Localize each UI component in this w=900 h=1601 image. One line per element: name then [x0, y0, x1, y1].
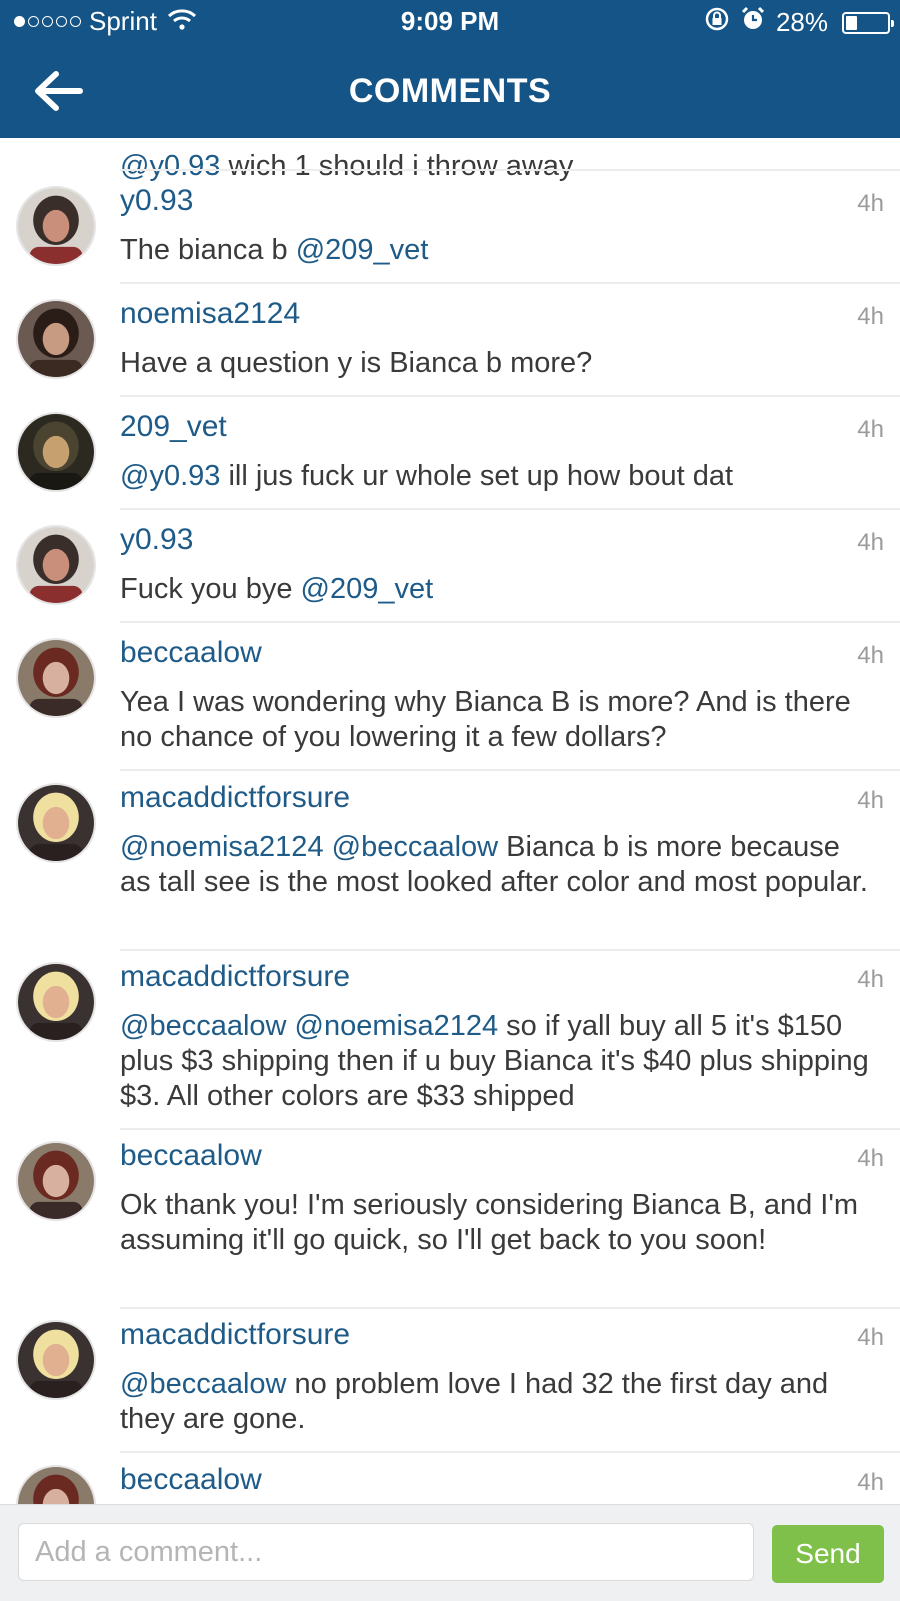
user-avatar[interactable] [16, 1141, 96, 1221]
comment-username[interactable]: beccaalow [120, 636, 262, 670]
comment-username[interactable]: macaddictforsure [120, 1318, 350, 1352]
comment-text: @y0.93 wich 1 should i throw away [120, 149, 876, 184]
comment-text-segment: The bianca b [120, 234, 296, 266]
user-avatar[interactable] [16, 299, 96, 379]
comment-timestamp: 4h [857, 303, 884, 330]
comment-username[interactable]: macaddictforsure [120, 960, 350, 994]
comment-username[interactable]: beccaalow [120, 1139, 262, 1173]
mention-link[interactable]: @209_vet [296, 234, 429, 266]
comment-timestamp: 4h [857, 190, 884, 217]
user-avatar[interactable] [16, 783, 96, 863]
mention-link[interactable]: @beccaalow [120, 1368, 286, 1400]
comment-text-segment: Ok thank you! I'm seriously considering … [120, 1189, 859, 1256]
user-avatar[interactable] [16, 638, 96, 718]
divider [120, 1128, 900, 1130]
mention-link[interactable]: @y0.93 [120, 150, 220, 182]
comment-text-segment: Fuck you bye [120, 573, 301, 605]
comment-username[interactable]: beccaalow [120, 1463, 262, 1497]
comment-username[interactable]: noemisa2124 [120, 297, 300, 331]
comment-text: The bianca b @209_vet [120, 233, 876, 268]
comment-input[interactable] [18, 1523, 754, 1581]
comment-text-segment: Yea I was wondering why Bianca B is more… [120, 686, 851, 753]
divider [120, 621, 900, 623]
comment-username[interactable]: y0.93 [120, 184, 193, 218]
comment-text-segment: Have a question y is Bianca b more? [120, 347, 593, 379]
user-avatar[interactable] [16, 412, 96, 492]
comment-text-segment [324, 831, 332, 863]
divider [120, 949, 900, 951]
send-button[interactable]: Send [772, 1525, 884, 1583]
rotation-lock-icon [704, 6, 730, 39]
comment-text-segment: wich 1 should i throw away [220, 150, 574, 182]
divider [120, 1307, 900, 1309]
comment-text: @beccaalow no problem love I had 32 the … [120, 1367, 876, 1437]
comment-username[interactable]: 209_vet [120, 410, 227, 444]
comment-timestamp: 4h [857, 1324, 884, 1351]
comment-timestamp: 4h [857, 642, 884, 669]
user-avatar[interactable] [16, 1465, 96, 1504]
mention-link[interactable]: @noemisa2124 [295, 1010, 499, 1042]
user-avatar[interactable] [16, 962, 96, 1042]
mention-link[interactable]: @y0.93 [120, 460, 220, 492]
comment-text: Ok thank you! I'm seriously considering … [120, 1188, 876, 1258]
battery-percent: 28% [775, 7, 828, 37]
comment-username[interactable]: macaddictforsure [120, 781, 350, 815]
comment-text: Fuck you bye @209_vet [120, 572, 876, 607]
comment-text: Have a question y is Bianca b more? [120, 346, 876, 381]
battery-icon [842, 11, 894, 34]
page-title: COMMENTS [348, 72, 552, 110]
mention-link[interactable]: @209_vet [301, 573, 434, 605]
comment-timestamp: 4h [857, 416, 884, 443]
comment-text: @y0.93 ill jus fuck ur whole set up how … [120, 459, 876, 494]
mention-link[interactable]: @noemisa2124 [120, 831, 324, 863]
comment-text-segment: ill jus fuck ur whole set up how bout da… [220, 460, 734, 492]
comment-timestamp: 4h [857, 1469, 884, 1496]
comment-timestamp: 4h [857, 1145, 884, 1172]
comment-text: @beccaalow @noemisa2124 so if yall buy a… [120, 1009, 876, 1114]
divider [120, 282, 900, 284]
comment-username[interactable]: y0.93 [120, 523, 193, 557]
comment-text: @noemisa2124 @beccaalow Bianca b is more… [120, 830, 876, 900]
comment-timestamp: 4h [857, 966, 884, 993]
comment-timestamp: 4h [857, 529, 884, 556]
status-bar: Sprint 9:09 PM 28% [0, 0, 900, 44]
divider [120, 169, 900, 171]
comment-text-segment [286, 1010, 294, 1042]
user-avatar[interactable] [16, 186, 96, 266]
mention-link[interactable]: @beccaalow [120, 1010, 286, 1042]
mention-link[interactable]: @beccaalow [332, 831, 498, 863]
comment-text: Yea I was wondering why Bianca B is more… [120, 685, 876, 755]
status-right: 28% [704, 6, 894, 39]
comment-timestamp: 4h [857, 787, 884, 814]
divider [120, 1451, 900, 1453]
navigation-bar: COMMENTS [0, 44, 900, 138]
comment-composer: Send [0, 1504, 900, 1601]
divider [120, 769, 900, 771]
user-avatar[interactable] [16, 525, 96, 605]
divider [120, 395, 900, 397]
user-avatar[interactable] [16, 1320, 96, 1400]
alarm-clock-icon [740, 6, 766, 39]
divider [120, 508, 900, 510]
comments-list[interactable]: @y0.93 wich 1 should i throw away y0.93 4h… [0, 138, 900, 1504]
